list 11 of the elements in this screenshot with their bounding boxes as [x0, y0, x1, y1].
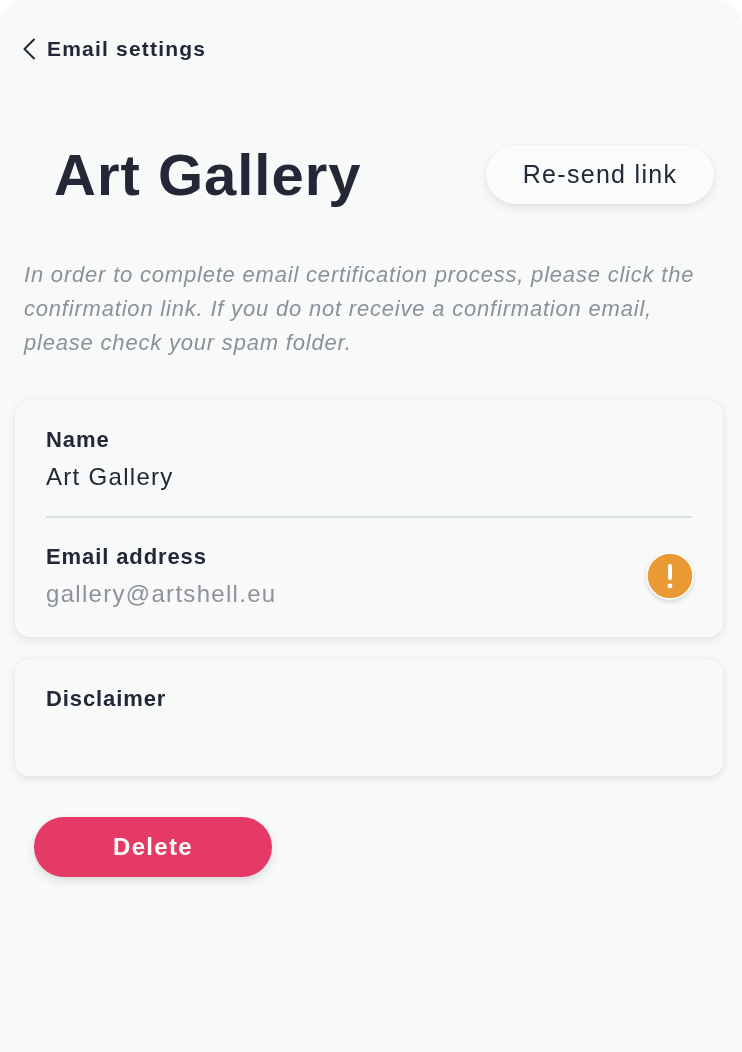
delete-button[interactable]: Delete: [34, 817, 272, 877]
chevron-left-icon: [22, 38, 36, 60]
field-value: gallery@artshell.eu: [46, 580, 277, 608]
field-label: Email address: [46, 544, 208, 570]
resend-link-button[interactable]: Re-send link: [486, 145, 714, 204]
confirmation-notice: In order to complete email certification process, please click the confirmation link. If you do not receive a confirmation email, please check your spam folder.: [24, 261, 696, 357]
field-value: Art Gallery: [46, 463, 174, 491]
page-title: Art Gallery: [54, 141, 362, 208]
field-label: Name: [46, 427, 111, 453]
back-link[interactable]: Email settings: [22, 37, 207, 61]
field-label: Disclaimer: [46, 686, 167, 711]
